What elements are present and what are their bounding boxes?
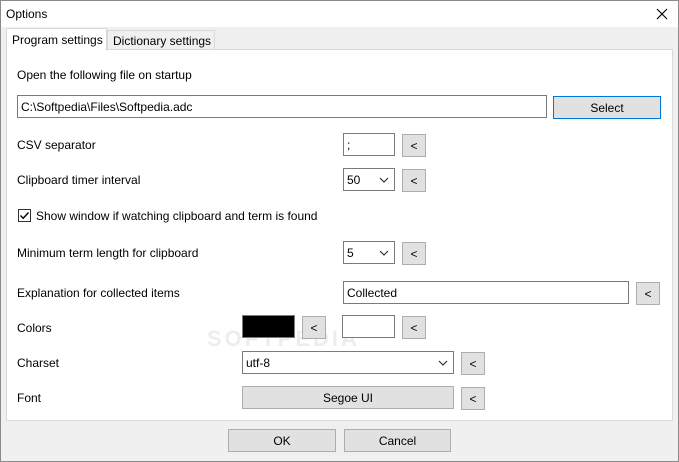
font-label: Font: [17, 391, 42, 405]
show-window-checkbox[interactable]: [18, 209, 31, 222]
csv-separator-label: CSV separator: [17, 138, 96, 152]
startup-file-input[interactable]: C:\Softpedia\Files\Softpedia.adc: [17, 95, 547, 118]
chevron-down-icon: [438, 360, 448, 366]
color-primary-reset-button[interactable]: <: [302, 316, 326, 339]
colors-label: Colors: [17, 321, 52, 335]
explanation-input[interactable]: Collected: [343, 281, 629, 304]
charset-select[interactable]: utf-8: [242, 351, 454, 374]
cancel-button[interactable]: Cancel: [344, 429, 451, 452]
checkmark-icon: [20, 212, 30, 220]
clipboard-timer-reset-button[interactable]: <: [402, 169, 426, 192]
tab-label: Program settings: [12, 33, 103, 47]
color-swatch-primary[interactable]: [242, 315, 295, 338]
startup-file-label: Open the following file on startup: [17, 68, 192, 82]
tab-program-settings[interactable]: Program settings: [6, 28, 107, 51]
chevron-down-icon: [379, 250, 389, 256]
min-term-length-value: 5: [347, 246, 354, 260]
select-file-button[interactable]: Select: [553, 96, 661, 119]
tab-label: Dictionary settings: [113, 34, 212, 48]
csv-separator-reset-button[interactable]: <: [402, 134, 426, 157]
explanation-reset-button[interactable]: <: [636, 282, 660, 305]
window-title: Options: [6, 7, 48, 21]
clipboard-timer-label: Clipboard timer interval: [17, 173, 141, 187]
min-term-length-label: Minimum term length for clipboard: [17, 246, 199, 260]
clipboard-timer-select[interactable]: 50: [343, 168, 395, 191]
close-button[interactable]: [652, 5, 672, 23]
ok-button[interactable]: OK: [228, 429, 336, 452]
charset-label: Charset: [17, 356, 60, 370]
charset-value: utf-8: [246, 356, 271, 370]
min-term-length-select[interactable]: 5: [343, 241, 395, 264]
options-window: Options Program settings Dictionary sett…: [0, 0, 679, 462]
program-settings-panel: SOFTPEDIA Open the following file on sta…: [6, 49, 673, 421]
clipboard-timer-value: 50: [347, 173, 361, 187]
font-reset-button[interactable]: <: [461, 387, 485, 410]
chevron-down-icon: [379, 177, 389, 183]
title-bar[interactable]: Options: [1, 1, 678, 27]
charset-reset-button[interactable]: <: [461, 352, 485, 375]
tab-dictionary-settings[interactable]: Dictionary settings: [107, 30, 215, 50]
color-swatch-secondary[interactable]: [342, 315, 395, 338]
show-window-label[interactable]: Show window if watching clipboard and te…: [36, 209, 317, 223]
color-secondary-reset-button[interactable]: <: [402, 316, 426, 339]
dialog-footer: OK Cancel: [1, 421, 678, 461]
close-icon: [656, 8, 668, 20]
font-select-button[interactable]: Segoe UI: [242, 386, 454, 409]
explanation-label: Explanation for collected items: [17, 286, 180, 300]
csv-separator-input[interactable]: ;: [343, 133, 395, 156]
min-term-length-reset-button[interactable]: <: [402, 242, 426, 265]
